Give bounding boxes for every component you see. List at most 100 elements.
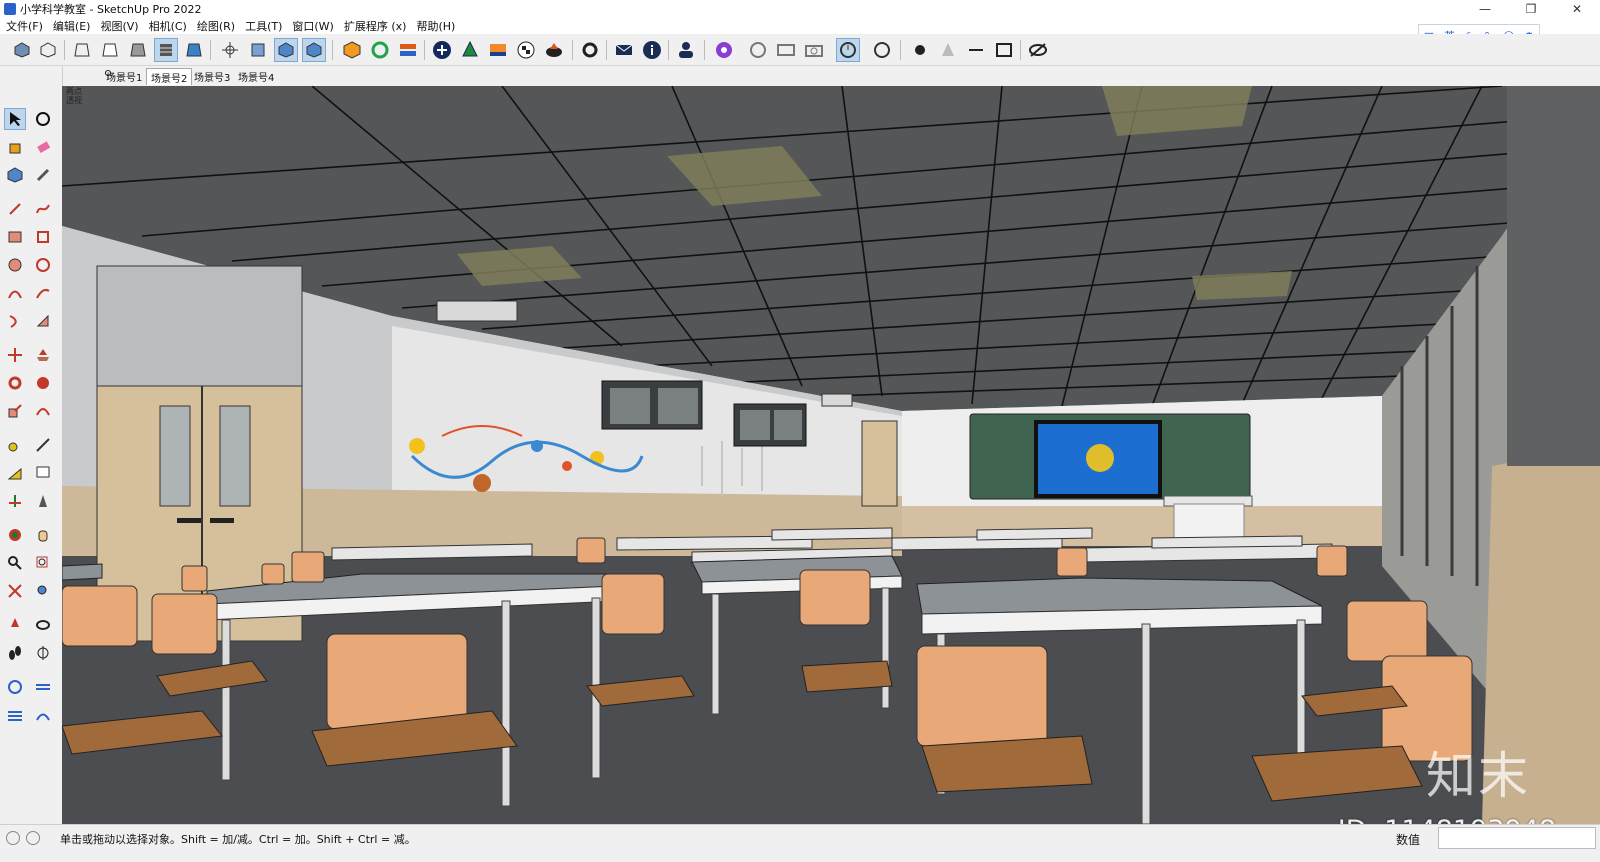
refresh-icon[interactable] xyxy=(368,38,392,62)
plugin-icon[interactable] xyxy=(712,38,736,62)
menu-extensions[interactable]: 扩展程序 (x) xyxy=(344,18,407,34)
paint-bucket-icon[interactable] xyxy=(4,136,26,158)
dimension-tool-icon[interactable] xyxy=(32,434,54,456)
position-camera-icon[interactable] xyxy=(4,614,26,636)
classroom-3d-scene[interactable] xyxy=(62,86,1600,824)
tape-measure-icon[interactable] xyxy=(32,164,54,186)
add-icon[interactable] xyxy=(430,38,454,62)
iso-view-icon[interactable] xyxy=(10,38,34,62)
pencil-icon[interactable] xyxy=(4,198,26,220)
minimize-button[interactable]: — xyxy=(1462,0,1508,17)
scene-tab-4[interactable]: 场景号4 xyxy=(234,68,278,84)
door-transom xyxy=(96,265,303,387)
clock-icon[interactable] xyxy=(836,38,860,62)
info-icon[interactable] xyxy=(640,38,664,62)
protractor-icon[interactable] xyxy=(4,462,26,484)
push-pull-icon[interactable] xyxy=(32,344,54,366)
zoom-window-icon[interactable] xyxy=(32,552,54,574)
shaded-style-icon[interactable] xyxy=(126,38,150,62)
scale-tool-icon[interactable] xyxy=(4,400,26,422)
tape-tool-icon[interactable] xyxy=(4,434,26,456)
settings-icon[interactable] xyxy=(870,38,894,62)
video-icon[interactable] xyxy=(774,38,798,62)
cloud-upload-icon[interactable] xyxy=(542,38,566,62)
wireframe-style-icon[interactable] xyxy=(70,38,94,62)
rotated-rectangle-icon[interactable] xyxy=(32,226,54,248)
hide-icon[interactable] xyxy=(1026,38,1050,62)
freehand-icon[interactable] xyxy=(32,198,54,220)
menu-help[interactable]: 帮助(H) xyxy=(416,18,455,34)
orbit-tool-icon[interactable] xyxy=(32,108,54,130)
pan-hand-icon[interactable] xyxy=(32,524,54,546)
previous-view-icon[interactable] xyxy=(32,580,54,602)
menu-view[interactable]: 视图(V) xyxy=(100,18,138,34)
gear-icon[interactable] xyxy=(578,38,602,62)
front-chair-right[interactable] xyxy=(916,645,1048,747)
section-plane-icon[interactable] xyxy=(246,38,270,62)
xray-box-icon[interactable] xyxy=(36,38,60,62)
arc-tool-icon[interactable] xyxy=(4,282,26,304)
orbit-view-icon[interactable] xyxy=(4,524,26,546)
text-tool-icon[interactable] xyxy=(32,462,54,484)
scene-tab-1[interactable]: 场景号1 xyxy=(102,68,146,84)
menu-file[interactable]: 文件(F) xyxy=(6,18,43,34)
cone-icon[interactable] xyxy=(936,38,960,62)
move-tool-icon[interactable] xyxy=(4,344,26,366)
credits-icon[interactable] xyxy=(26,831,40,845)
front-chair-left[interactable] xyxy=(326,633,468,730)
three-point-arc-icon[interactable] xyxy=(4,310,26,332)
checker-icon[interactable] xyxy=(514,38,538,62)
extension-warehouse-icon[interactable] xyxy=(340,38,364,62)
menu-tools[interactable]: 工具(T) xyxy=(245,18,282,34)
section-fill-icon[interactable] xyxy=(302,38,326,62)
look-around-icon[interactable] xyxy=(32,614,54,636)
dot-icon[interactable] xyxy=(908,38,932,62)
offset-tool-icon[interactable] xyxy=(32,400,54,422)
rotate-tool-icon[interactable] xyxy=(4,372,26,394)
camera-icon[interactable] xyxy=(802,38,826,62)
tree-icon[interactable] xyxy=(458,38,482,62)
zoom-extents-icon[interactable] xyxy=(4,580,26,602)
pie-tool-icon[interactable] xyxy=(32,310,54,332)
line-icon[interactable] xyxy=(964,38,988,62)
mail-icon[interactable] xyxy=(612,38,636,62)
layers-icon[interactable] xyxy=(4,704,26,726)
3d-text-icon[interactable] xyxy=(32,490,54,512)
section-plane-tool-icon[interactable] xyxy=(32,642,54,664)
measurements-input[interactable] xyxy=(1438,827,1596,849)
sandbox-icon[interactable] xyxy=(4,676,26,698)
axes-tool-icon[interactable] xyxy=(4,490,26,512)
rectangle-tool-icon[interactable] xyxy=(4,226,26,248)
sandbox-scratch-icon[interactable] xyxy=(32,676,54,698)
circle-tool-icon[interactable] xyxy=(4,254,26,276)
geolocation-icon[interactable] xyxy=(6,831,20,845)
close-button[interactable]: ✕ xyxy=(1554,0,1600,17)
scene-tab-2[interactable]: 场景号2 xyxy=(146,68,193,85)
model-viewport[interactable] xyxy=(62,86,1600,824)
hidden-line-style-icon[interactable] xyxy=(98,38,122,62)
section-display-icon[interactable] xyxy=(274,38,298,62)
layout-icon[interactable] xyxy=(486,38,510,62)
component-icon[interactable] xyxy=(4,164,26,186)
smoove-icon[interactable] xyxy=(32,704,54,726)
user-icon[interactable] xyxy=(674,38,698,62)
zoom-icon[interactable] xyxy=(4,552,26,574)
rectangle-icon[interactable] xyxy=(992,38,1016,62)
select-tool-icon[interactable] xyxy=(4,108,26,130)
eraser-icon[interactable] xyxy=(32,136,54,158)
maximize-button[interactable]: ❐ xyxy=(1508,0,1554,17)
sync-icon[interactable] xyxy=(396,38,420,62)
follow-me-icon[interactable] xyxy=(32,372,54,394)
orbit-icon[interactable] xyxy=(746,38,770,62)
menu-camera[interactable]: 相机(C) xyxy=(149,18,187,34)
menu-draw[interactable]: 绘图(R) xyxy=(197,18,235,34)
walk-icon[interactable] xyxy=(4,642,26,664)
menu-edit[interactable]: 编辑(E) xyxy=(53,18,91,34)
textured-style-icon[interactable] xyxy=(154,38,178,62)
menu-window[interactable]: 窗口(W) xyxy=(292,18,333,34)
polygon-tool-icon[interactable] xyxy=(32,254,54,276)
monochrome-style-icon[interactable] xyxy=(182,38,206,62)
scene-tab-3[interactable]: 场景号3 xyxy=(190,68,234,84)
axes-icon[interactable] xyxy=(218,38,242,62)
two-point-arc-icon[interactable] xyxy=(32,282,54,304)
